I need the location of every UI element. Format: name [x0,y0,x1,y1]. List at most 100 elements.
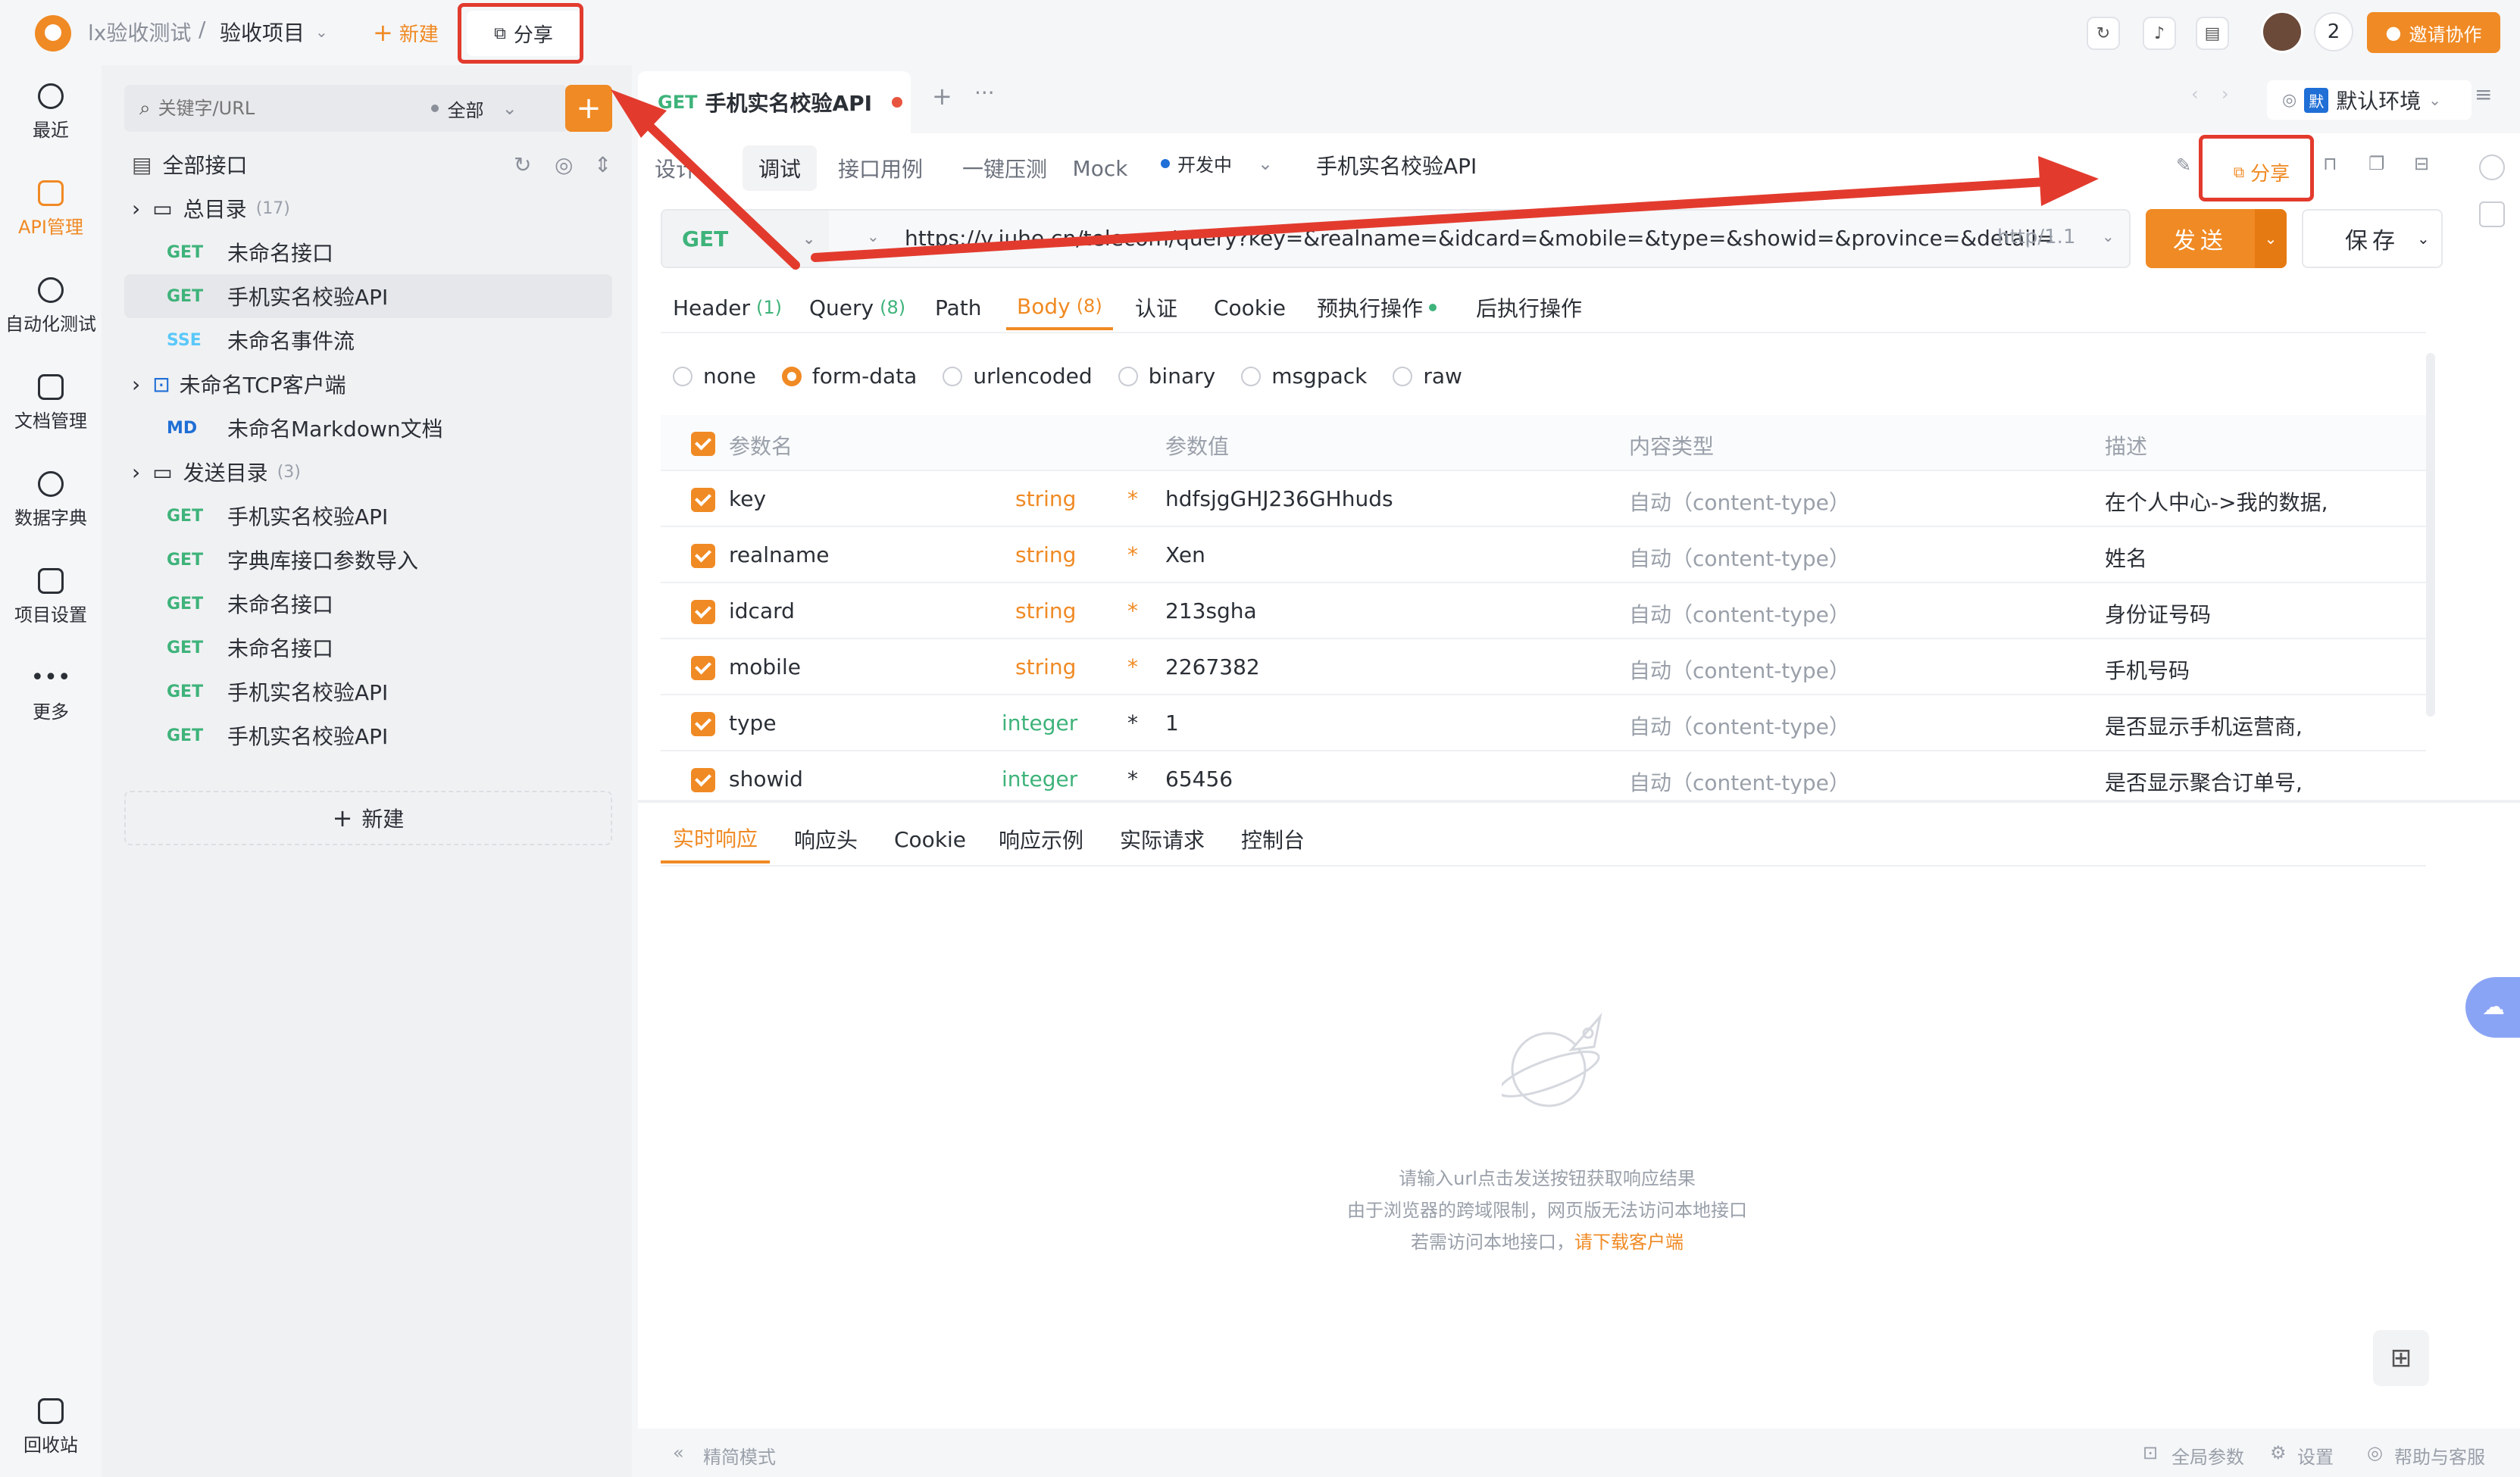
refresh-icon[interactable]: ↻ [514,152,531,177]
required-star-icon[interactable]: * [1127,598,1138,623]
locate-icon[interactable]: ◎ [555,152,573,177]
save-button[interactable]: 保存 ⌄ [2302,209,2443,268]
required-star-icon[interactable]: * [1127,710,1138,735]
subtab-design[interactable]: 设计 [653,145,699,191]
url-input[interactable]: https://v.juhe.cn/telecom/query?key=&rea… [905,226,2054,251]
param-name[interactable]: showid [729,767,803,792]
tree-folder[interactable]: › ▭ 总目录 (17) [124,186,612,230]
nav-trash[interactable]: 回收站 [0,1398,102,1457]
param-tab-cookie[interactable]: Cookie [1214,285,1286,330]
archive-icon[interactable]: ⊟ [2414,153,2429,174]
param-tab-query[interactable]: Query (8) [809,285,905,330]
tree-item-selected[interactable]: GET 手机实名校验API [124,274,612,318]
required-star-icon[interactable]: * [1127,542,1138,567]
param-content-type[interactable]: 自动（content-type） [1629,767,1850,794]
api-name-field[interactable]: 手机实名校验API [1316,150,1477,180]
param-type[interactable]: integer [1002,710,1077,735]
radio-msgpack[interactable] [1241,366,1262,386]
nav-data-dictionary[interactable]: 数据字典 [0,471,102,529]
param-type[interactable]: string [1015,486,1076,511]
rail-code-icon[interactable] [2479,201,2505,227]
tree-item[interactable]: MD 未命名Markdown文档 [124,406,612,450]
menu-icon[interactable]: ≡ [2475,82,2492,107]
response-tab-console[interactable]: 控制台 [1241,815,1305,863]
param-content-type[interactable]: 自动（content-type） [1629,654,1850,685]
protocol-select[interactable]: http/1.1 [1997,226,2075,248]
param-type[interactable]: string [1015,598,1076,623]
double-chevron-left-icon[interactable]: « [673,1442,684,1463]
param-tab-path[interactable]: Path [935,285,982,330]
row-checkbox[interactable] [691,600,715,624]
chevron-down-icon[interactable]: ⌄ [2102,227,2115,245]
breadcrumb-project[interactable]: 验收项目 [220,17,305,47]
response-tab-headers[interactable]: 响应头 [794,815,858,863]
param-type[interactable]: string [1015,542,1076,567]
param-content-type[interactable]: 自动（content-type） [1629,542,1850,573]
tab-prev-icon[interactable]: ‹ [2191,83,2199,105]
row-checkbox[interactable] [691,488,715,512]
global-params-link[interactable]: 全局参数 [2171,1442,2244,1469]
invite-button[interactable]: ● 邀请协作 [2367,12,2500,53]
chevron-down-icon[interactable]: ⌄ [867,227,880,245]
param-value[interactable]: Xen [1165,542,1205,567]
row-checkbox[interactable] [691,712,715,736]
sync-icon[interactable]: ↻ [2087,17,2120,50]
param-name[interactable]: idcard [729,598,795,623]
status-select[interactable]: 开发中 ⌄ [1161,150,1273,176]
tree-item[interactable]: GET 未命名接口 [124,230,612,274]
copy-icon[interactable]: ❐ [2368,153,2385,174]
param-tab-post-script[interactable]: 后执行操作 [1476,285,1582,330]
lock-icon[interactable]: ⊓ [2323,153,2337,174]
param-description[interactable]: 姓名 [2105,542,2147,573]
row-checkbox[interactable] [691,656,715,680]
param-name[interactable]: mobile [729,654,801,679]
nav-recent[interactable]: 最近 [0,83,102,142]
nav-more[interactable]: ••• 更多 [0,665,102,723]
tree-item[interactable]: GET 未命名接口 [124,626,612,670]
download-client-link[interactable]: 请下载客户端 [1574,1232,1684,1253]
param-value[interactable]: 65456 [1165,767,1233,792]
panel-divider[interactable] [638,800,2520,803]
param-name[interactable]: type [729,710,777,735]
search-box[interactable]: ⌕ 全部 ⌄ [124,85,568,132]
tree-item[interactable]: GET 字典库接口参数导入 [124,538,612,582]
tree-item[interactable]: GET 手机实名校验API [124,714,612,757]
new-tab-plus-icon[interactable]: + [932,82,952,111]
param-tab-body[interactable]: Body (8) [1006,285,1113,330]
search-input[interactable] [158,98,431,119]
select-all-checkbox[interactable] [691,432,715,456]
param-description[interactable]: 是否显示手机运营商, [2105,710,2303,741]
chevron-down-icon[interactable]: ⌄ [315,23,328,41]
avatar-count-badge[interactable]: 2 [2314,12,2353,52]
add-api-button[interactable]: + [565,85,612,132]
chevron-down-icon[interactable]: ⌄ [2417,230,2430,248]
all-apis-row[interactable]: ▤ 全部接口 ↻ ◎ ⇕ [124,142,612,186]
settings-link[interactable]: 设置 [2297,1442,2334,1469]
nav-docs[interactable]: 文档管理 [0,374,102,432]
param-content-type[interactable]: 自动（content-type） [1629,710,1850,741]
breadcrumb-team[interactable]: lx验收测试 [88,17,191,47]
param-tab-header[interactable]: Header (1) [673,285,782,330]
filter-select[interactable]: 全部 [448,95,484,122]
radio-none[interactable] [673,366,693,386]
table-scrollbar[interactable] [2426,353,2435,717]
param-description[interactable]: 在个人中心->我的数据, [2105,486,2328,517]
param-name[interactable]: realname [729,542,829,567]
param-tab-pre-script[interactable]: 预执行操作 [1317,285,1437,330]
assistant-float-button[interactable]: ☁ [2465,977,2520,1038]
collapse-icon[interactable]: ⇕ [594,152,611,177]
nav-project-settings[interactable]: 项目设置 [0,568,102,626]
response-tab-example[interactable]: 响应示例 [999,815,1083,863]
tab-next-icon[interactable]: › [2221,83,2229,105]
tab-active-api[interactable]: GET 手机实名校验API [638,71,911,133]
subtab-debug[interactable]: 调试 [743,145,817,191]
radio-raw[interactable] [1393,366,1413,386]
required-star-icon[interactable]: * [1127,654,1138,679]
radio-binary[interactable] [1118,366,1138,386]
param-content-type[interactable]: 自动（content-type） [1629,486,1850,517]
param-description[interactable]: 是否显示聚合订单号, [2105,767,2303,794]
row-checkbox[interactable] [691,544,715,568]
bell-icon[interactable]: ♪ [2143,17,2176,50]
param-value[interactable]: 213sgha [1165,598,1257,623]
tree-new-button[interactable]: + 新建 [124,791,612,845]
